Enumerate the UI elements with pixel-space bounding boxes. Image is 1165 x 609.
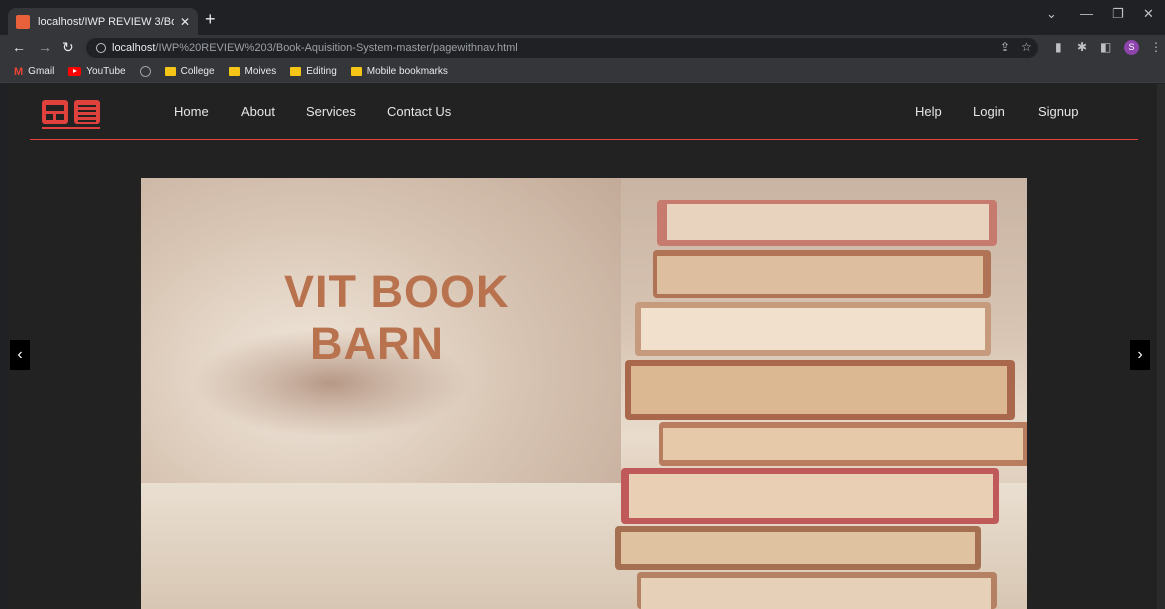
bookmark-label: Mobile bookmarks	[366, 66, 448, 77]
tab-title: localhost/IWP REVIEW 3/Book-A	[38, 15, 174, 28]
bookmark-label: Editing	[306, 66, 337, 77]
folder-icon	[350, 67, 362, 76]
hero-title-line1: VIT BOOK	[284, 266, 510, 317]
share-icon[interactable]: ⇪	[1000, 40, 1010, 54]
folder-icon	[228, 67, 240, 76]
profile-avatar[interactable]: S	[1124, 40, 1139, 55]
bookmark-star-icon[interactable]: ☆	[1021, 40, 1032, 54]
hero-title: VIT BOOK BARN	[284, 266, 510, 370]
bookmark-label: YouTube	[86, 66, 126, 77]
tab-favicon-icon	[16, 14, 30, 29]
nav-services[interactable]: Services	[306, 104, 356, 119]
url-host: localhost	[112, 42, 156, 54]
url-path: /IWP%20REVIEW%203/Book-Aquisition-System…	[155, 42, 518, 54]
close-window-icon[interactable]: ✕	[1143, 6, 1154, 22]
bookmark-label: Moives	[244, 66, 277, 77]
nav-signup[interactable]: Signup	[1038, 104, 1078, 119]
bookmark-editing[interactable]: Editing	[290, 66, 337, 77]
hero-carousel: VIT BOOK BARN	[141, 178, 1027, 609]
site-navbar: Home About Services Contact Us Help Logi…	[8, 84, 1157, 140]
globe-icon	[139, 66, 151, 77]
browser-tab-strip: localhost/IWP REVIEW 3/Book-A ✕ + ⌄ — ❐ …	[0, 0, 1165, 35]
new-tab-button[interactable]: +	[205, 10, 216, 28]
site-info-icon[interactable]	[96, 43, 106, 53]
folder-icon	[164, 67, 176, 76]
bookmark-mobile[interactable]: Mobile bookmarks	[350, 66, 448, 77]
back-icon[interactable]: ←	[12, 39, 26, 55]
side-panel-icon[interactable]: ◧	[1100, 40, 1111, 54]
nav-contact-us[interactable]: Contact Us	[387, 104, 451, 119]
youtube-icon	[68, 67, 82, 76]
extensions-puzzle-icon[interactable]: ✱	[1077, 40, 1087, 54]
book-logo-icon[interactable]	[40, 96, 106, 132]
folder-icon	[290, 67, 302, 76]
page-scrollbar[interactable]	[1157, 84, 1165, 609]
extension-icon[interactable]: ▮	[1055, 40, 1062, 54]
bookmark-globe[interactable]	[139, 66, 151, 77]
nav-login[interactable]: Login	[973, 104, 1005, 119]
book-stack-image	[615, 200, 1027, 609]
address-bar[interactable]: localhost /IWP%20REVIEW%203/Book-Aquisit…	[86, 38, 1038, 58]
nav-help[interactable]: Help	[915, 104, 942, 119]
tab-close-icon[interactable]: ✕	[180, 15, 190, 29]
nav-about[interactable]: About	[241, 104, 275, 119]
navbar-divider	[30, 139, 1138, 140]
bookmark-moives[interactable]: Moives	[228, 66, 277, 77]
page-viewport: Home About Services Contact Us Help Logi…	[8, 84, 1157, 609]
nav-home[interactable]: Home	[174, 104, 209, 119]
bookmark-youtube[interactable]: YouTube	[68, 66, 126, 77]
restore-icon[interactable]: ❐	[1112, 6, 1124, 22]
menu-kebab-icon[interactable]: ⋮	[1150, 40, 1162, 54]
reload-icon[interactable]: ↻	[62, 39, 74, 56]
browser-tab[interactable]: localhost/IWP REVIEW 3/Book-A ✕	[8, 8, 198, 35]
browser-toolbar: ← → ↻ localhost /IWP%20REVIEW%203/Book-A…	[0, 35, 1165, 61]
tab-search-icon[interactable]: ⌄	[1046, 6, 1057, 22]
forward-icon[interactable]: →	[38, 39, 52, 55]
hero-title-line2: BARN	[310, 318, 444, 369]
gmail-icon: M	[14, 65, 24, 78]
carousel-prev-button[interactable]: ‹	[10, 340, 30, 370]
carousel-next-button[interactable]: ›	[1130, 340, 1150, 370]
bookmark-label: College	[180, 66, 215, 77]
bookmark-gmail[interactable]: M Gmail	[14, 66, 54, 78]
minimize-icon[interactable]: —	[1080, 6, 1093, 21]
bookmark-college[interactable]: College	[164, 66, 215, 77]
bookmark-label: Gmail	[28, 66, 55, 77]
bookmarks-bar: M Gmail YouTube College Moives Editing M…	[0, 61, 1165, 83]
